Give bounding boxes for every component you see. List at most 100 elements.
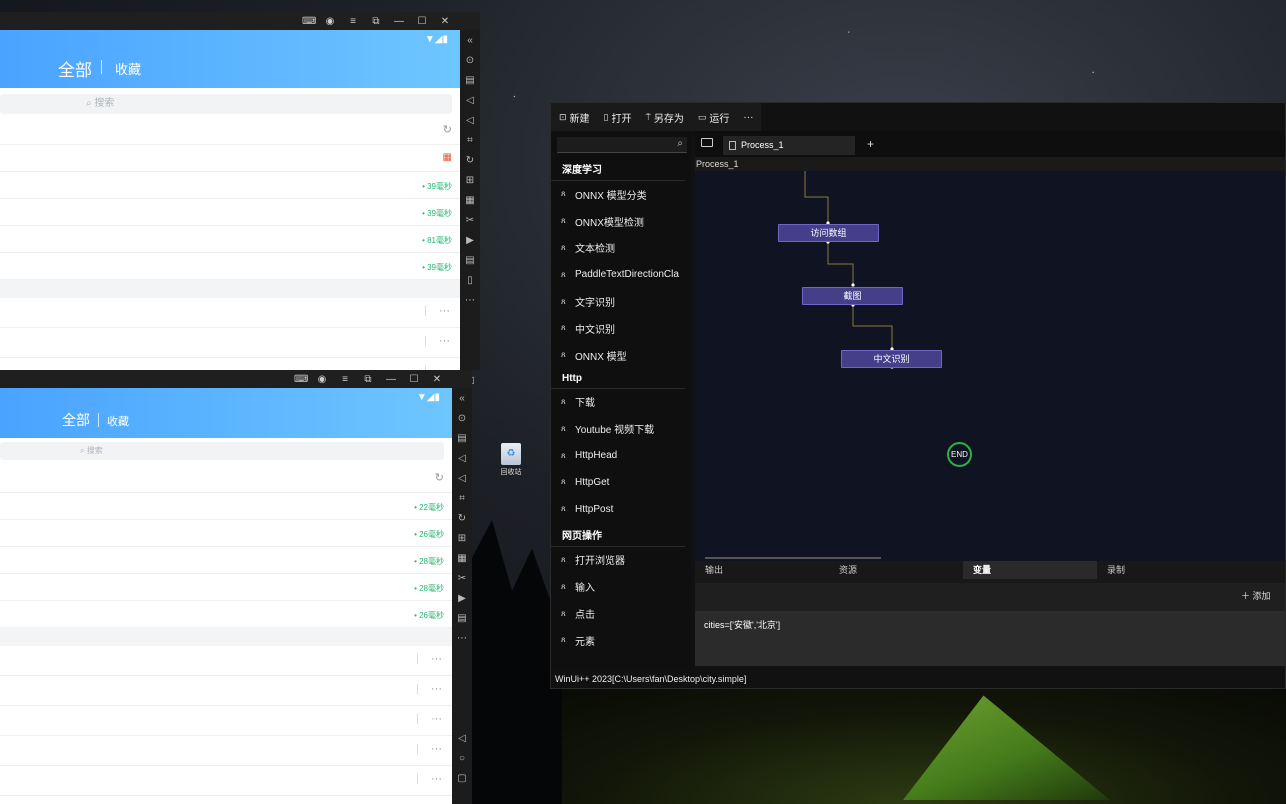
home-icon[interactable]: ○ xyxy=(459,753,465,764)
account-icon[interactable]: ◉ xyxy=(325,16,335,27)
list-item[interactable]: ··· xyxy=(0,706,452,736)
close-icon[interactable]: ✕ xyxy=(440,16,450,27)
node-group-title[interactable]: 网页操作 xyxy=(551,523,685,547)
tab-output[interactable]: 输出 xyxy=(695,561,829,579)
list-item[interactable]: • 28毫秒 xyxy=(0,574,452,601)
pin-icon[interactable]: ⧉ xyxy=(371,16,381,27)
flow-node-access-array[interactable]: 访问数组 xyxy=(778,224,879,242)
list-item[interactable]: ··· xyxy=(0,676,452,706)
node-item[interactable]: ጸ ONNX模型检测 xyxy=(551,208,691,235)
tab-all[interactable]: 全部 xyxy=(58,56,92,81)
node-group-title[interactable]: Http xyxy=(551,369,685,389)
list-item[interactable]: ··· xyxy=(0,328,460,358)
end-node[interactable]: END xyxy=(947,442,972,467)
node-item[interactable]: ጸ ONNX 模型分类 xyxy=(551,181,691,208)
node-item[interactable]: ጸ HttpGet xyxy=(551,469,691,496)
list-item[interactable]: ↻ xyxy=(0,118,460,145)
more-button[interactable]: ··· xyxy=(743,112,753,123)
list-item[interactable]: • 28毫秒 xyxy=(0,547,452,574)
collapse-icon[interactable]: « xyxy=(467,35,473,46)
screenshot-icon[interactable]: ⌗ xyxy=(459,493,465,504)
list-item[interactable]: • 22毫秒 xyxy=(0,493,452,520)
menu-icon[interactable]: ≡ xyxy=(348,16,358,27)
tab-favorites[interactable]: 收藏 xyxy=(115,59,141,78)
collapse-icon[interactable]: « xyxy=(459,393,465,404)
record-icon[interactable]: ▦ xyxy=(465,195,474,206)
keyboard-icon[interactable]: ▤ xyxy=(465,75,474,86)
flow-node-screenshot[interactable]: 截图 xyxy=(802,287,903,305)
list-item[interactable]: ··· xyxy=(0,298,460,328)
refresh-icon[interactable]: ↻ xyxy=(435,471,444,484)
tab-process[interactable]: Process_1 xyxy=(723,136,855,155)
install-icon[interactable]: ⊞ xyxy=(466,175,474,186)
list-item[interactable]: ··· xyxy=(0,646,452,676)
volume-down-icon[interactable]: ◁ xyxy=(458,473,466,484)
node-item[interactable]: ጸ 输入 xyxy=(551,573,691,600)
more-icon[interactable]: ··· xyxy=(431,683,442,695)
tab-variables[interactable]: 变量 xyxy=(963,561,1097,579)
document-icon[interactable]: ▤ xyxy=(465,255,474,266)
flow-canvas[interactable]: 访问数组 截图 中文识别 END xyxy=(695,171,1285,561)
more-icon[interactable]: ··· xyxy=(431,773,442,785)
more-icon[interactable]: ··· xyxy=(431,743,442,755)
record-icon[interactable]: ▦ xyxy=(457,553,466,564)
node-item[interactable]: ጸ 中文识别 xyxy=(551,315,691,342)
node-item[interactable]: ጸ 点击 xyxy=(551,600,691,627)
minimize-icon[interactable]: — xyxy=(386,374,396,385)
search-input[interactable]: ⌕ 搜索 xyxy=(0,442,444,460)
refresh-icon[interactable]: ↻ xyxy=(443,123,452,136)
run-button[interactable]: ▭ 运行 xyxy=(698,110,730,125)
list-item[interactable]: • 26毫秒 xyxy=(0,601,452,628)
node-item[interactable]: ጸ 下载 xyxy=(551,389,691,416)
document-icon[interactable]: ▤ xyxy=(457,613,466,624)
rotate-icon[interactable]: ↻ xyxy=(466,155,474,166)
minimize-icon[interactable]: — xyxy=(394,16,404,27)
node-item[interactable]: ጸ ONNX 模型 xyxy=(551,342,691,369)
add-variable-button[interactable]: ＋ 添加 xyxy=(1241,589,1285,602)
variable-row[interactable]: cities=['安徽','北京'] xyxy=(695,611,1285,666)
maximize-icon[interactable]: ☐ xyxy=(409,374,419,385)
pin-icon[interactable]: ⧉ xyxy=(363,374,373,385)
more-icon[interactable]: ⋯ xyxy=(465,295,475,306)
list-item[interactable]: ··· xyxy=(0,358,460,370)
node-item[interactable]: ጸ 文字识别 xyxy=(551,288,691,315)
recycle-bin[interactable]: ♻ 回收站 xyxy=(498,443,524,477)
more-icon[interactable]: ··· xyxy=(439,305,450,317)
list-item[interactable]: • 39毫秒 xyxy=(0,253,460,280)
list-item[interactable]: ↻ xyxy=(0,466,452,493)
more-icon[interactable]: ··· xyxy=(439,335,450,347)
settings-icon[interactable]: ⊙ xyxy=(458,413,466,424)
cut-icon[interactable]: ✂ xyxy=(458,573,466,584)
node-item[interactable]: ጸ 元素 xyxy=(551,627,691,654)
add-tab-button[interactable]: + xyxy=(867,137,874,151)
node-item[interactable]: ጸ HttpHead xyxy=(551,442,691,469)
recent-apps-icon[interactable]: ▢ xyxy=(457,773,466,784)
keyboard-icon[interactable]: ▤ xyxy=(457,433,466,444)
list-item[interactable]: ··· xyxy=(0,736,452,766)
tab-favorites[interactable]: 收藏 xyxy=(107,413,129,429)
window-icon[interactable] xyxy=(701,138,713,147)
list-item[interactable]: • 81毫秒 xyxy=(0,226,460,253)
settings-icon[interactable]: ⊙ xyxy=(466,55,474,66)
node-item[interactable]: ጸ 打开浏览器 xyxy=(551,547,691,574)
search-input[interactable]: ⌕ 搜索 xyxy=(0,94,452,114)
more-icon[interactable]: ⋯ xyxy=(457,633,467,644)
install-icon[interactable]: ⊞ xyxy=(458,533,466,544)
maximize-icon[interactable]: ☐ xyxy=(417,16,427,27)
screenshot-icon[interactable]: ⌗ xyxy=(467,135,473,146)
back-icon[interactable]: ◁ xyxy=(458,733,466,744)
play-icon[interactable]: ▶ xyxy=(466,235,474,246)
new-button[interactable]: ⊡ 新建 xyxy=(559,110,590,125)
list-item[interactable]: ▦ xyxy=(0,145,460,172)
rotate-icon[interactable]: ↻ xyxy=(458,513,466,524)
more-icon[interactable]: ··· xyxy=(431,653,442,665)
node-search-input[interactable]: ⌕ xyxy=(557,137,687,153)
shake-icon[interactable]: ▯ xyxy=(467,275,473,286)
menu-icon[interactable]: ≡ xyxy=(340,374,350,385)
close-icon[interactable]: ✕ xyxy=(432,374,442,385)
tab-recording[interactable]: 录制 xyxy=(1097,561,1231,579)
volume-up-icon[interactable]: ◁ xyxy=(458,453,466,464)
node-item[interactable]: ጸ PaddleTextDirectionCla xyxy=(551,261,691,288)
play-icon[interactable]: ▶ xyxy=(458,593,466,604)
list-item[interactable]: • 39毫秒 xyxy=(0,172,460,199)
